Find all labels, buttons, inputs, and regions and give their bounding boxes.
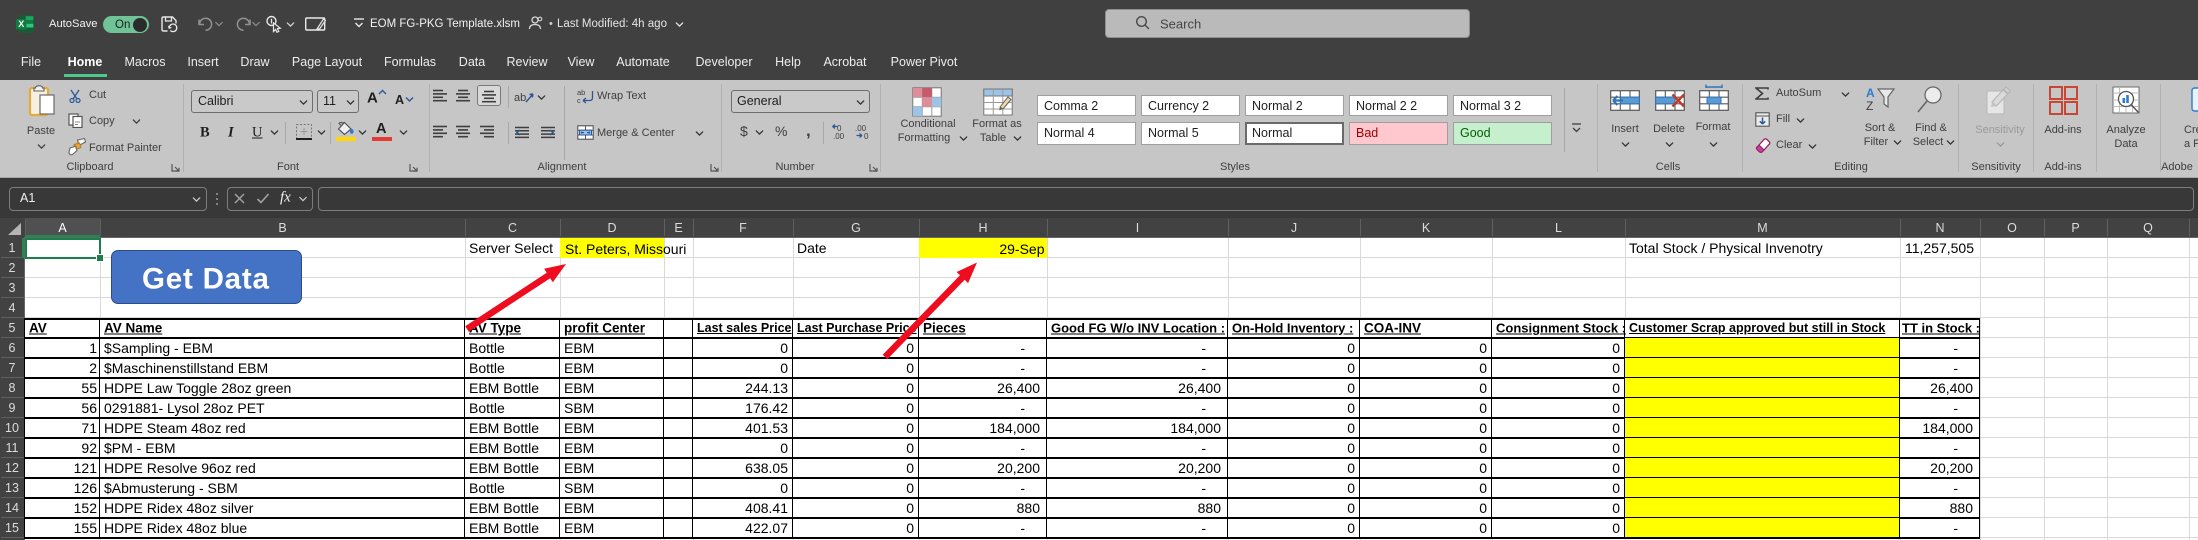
svg-text:X: X <box>18 19 24 29</box>
svg-text:.00: .00 <box>833 132 845 140</box>
svg-text:0: 0 <box>864 132 869 140</box>
svg-text:ab: ab <box>514 92 526 104</box>
svg-text:c: c <box>577 96 581 105</box>
